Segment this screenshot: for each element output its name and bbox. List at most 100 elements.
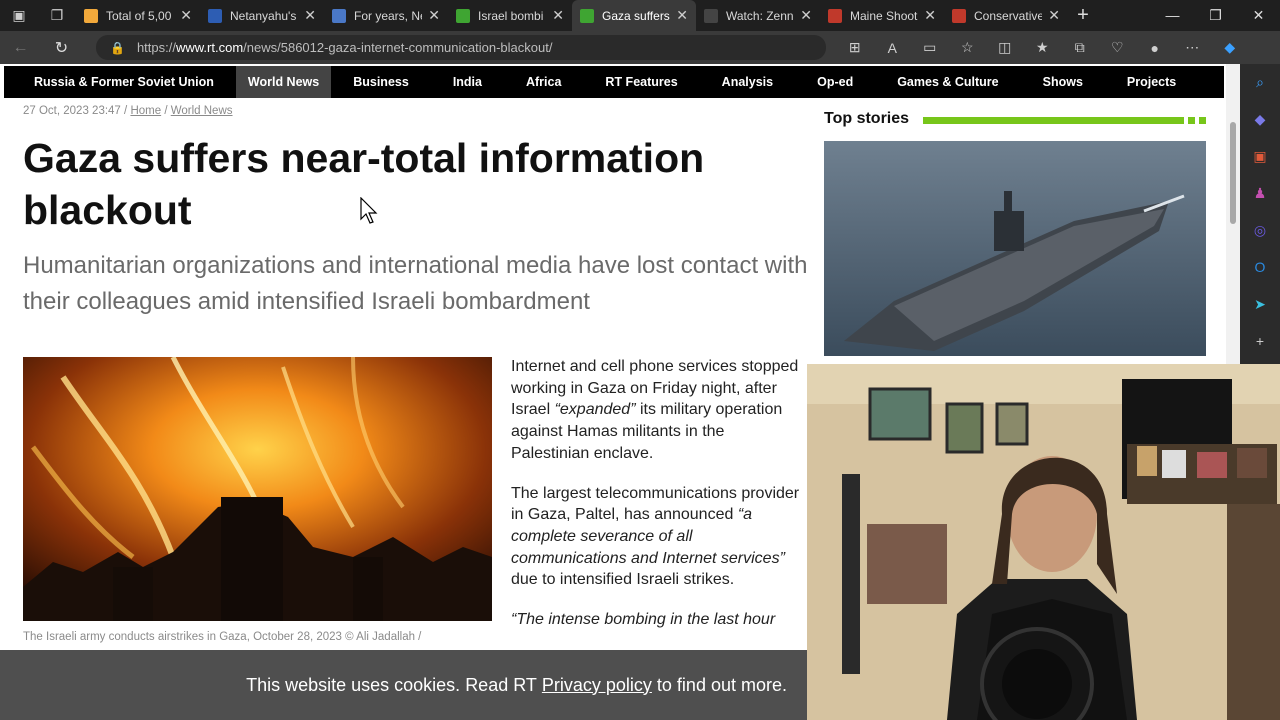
tab-close-icon[interactable]: ✕ (676, 7, 688, 24)
article-date: 27 Oct, 2023 23:47 (23, 105, 121, 117)
tab-label: Netanyahu's (230, 8, 297, 23)
browser-tab-bar: ▣ ❐ Total of 5,00 ✕ Netanyahu's ✕ For years,… (0, 0, 1280, 31)
tab-label: Maine Shoot (850, 8, 918, 23)
tab-close-icon[interactable]: ✕ (924, 7, 936, 24)
sidebar-add-icon[interactable]: + (1240, 323, 1280, 360)
nav-item[interactable]: Business (331, 66, 431, 98)
url-path: /news/586012-gaza-internet-communication… (243, 40, 553, 55)
copilot-icon[interactable]: ◆ (1211, 39, 1249, 56)
browser-tab[interactable]: Maine Shoot ✕ (820, 0, 944, 31)
green-dot (1188, 117, 1195, 124)
paragraph-2: The largest telecommunications provider … (511, 483, 801, 592)
favorites-icon[interactable]: ★ (1024, 39, 1062, 56)
article-body: Internet and cell phone services stopped… (511, 356, 801, 649)
lock-icon: 🔒 (110, 40, 125, 55)
paragraph-1-quote: “expanded” (554, 401, 636, 419)
split-screen-icon[interactable]: ◫ (986, 39, 1024, 56)
nav-item[interactable]: Projects (1105, 66, 1198, 98)
top-stories-dots (1188, 117, 1210, 124)
airstrike-photo (23, 357, 492, 621)
refresh-icon[interactable]: ↻ (41, 38, 82, 58)
top-stories-bar (923, 117, 1184, 124)
url-text: https://www.rt.com/news/586012-gaza-inte… (137, 40, 552, 55)
back-icon[interactable]: ← (0, 39, 41, 57)
cookie-text-b: to find out more. (656, 674, 787, 695)
tab-favicon-news (208, 8, 222, 23)
nav-item[interactable]: Op-ed (795, 66, 875, 98)
sidebar-send-icon[interactable]: ➤ (1240, 286, 1280, 323)
green-dot (1199, 117, 1206, 124)
breadcrumb-section-link[interactable]: World News (171, 105, 233, 117)
tab-label: Conservative (974, 8, 1043, 23)
nav-item[interactable]: RT Features (583, 66, 699, 98)
tab-close-icon[interactable]: ✕ (180, 7, 192, 24)
webcam-overlay (807, 364, 1280, 720)
page-scrollbar[interactable] (1226, 64, 1240, 364)
apps-icon[interactable]: ⊞ (836, 39, 874, 56)
new-tab-button[interactable]: + (1068, 4, 1098, 27)
tab-close-icon[interactable]: ✕ (304, 7, 316, 24)
top-stories-heading: Top stories (824, 110, 910, 127)
browser-tab[interactable]: Watch: Zenn ✕ (696, 0, 820, 31)
cookie-text-a: This website uses cookies. Read RT (246, 674, 537, 695)
tab-close-icon[interactable]: ✕ (1048, 7, 1060, 24)
browser-tab[interactable]: Israel bombi ✕ (448, 0, 572, 31)
performance-icon[interactable]: ♡ (1099, 39, 1137, 56)
sidebar-outlook-icon[interactable]: O (1240, 249, 1280, 286)
tab-close-icon[interactable]: ✕ (552, 7, 564, 24)
nav-item[interactable]: India (431, 66, 504, 98)
collections-icon[interactable]: ⧉ (1061, 39, 1099, 56)
sidebar-m365-icon[interactable]: ◎ (1240, 212, 1280, 249)
tab-close-icon[interactable]: ✕ (800, 7, 812, 24)
browser-tab[interactable]: Total of 5,00 ✕ (76, 0, 200, 31)
profile-avatar-icon[interactable]: ● (1136, 40, 1174, 56)
tab-actions-icon[interactable]: ❐ (38, 0, 76, 31)
sidebar-shopping-icon[interactable]: ◆ (1240, 101, 1280, 138)
nav-item[interactable]: Africa (504, 66, 583, 98)
tab-favicon-b (828, 8, 842, 23)
tab-favicon-check (84, 8, 98, 23)
sidebar-tools-icon[interactable]: ▣ (1240, 138, 1280, 175)
browser-tab[interactable]: Gaza suffers ✕ (572, 0, 696, 31)
nav-item[interactable]: Shows (1021, 66, 1105, 98)
paragraph-2-text-a: The largest telecommunications provider … (511, 484, 800, 524)
browser-tab[interactable]: Conservative ✕ (944, 0, 1068, 31)
top-story-image[interactable] (824, 141, 1206, 356)
window-controls: — ❐ ✕ (1151, 7, 1280, 24)
browser-tab[interactable]: Netanyahu's ✕ (200, 0, 324, 31)
tab-favicon-rt (580, 8, 594, 23)
tab-strip: Total of 5,00 ✕ Netanyahu's ✕ For years, Ne ✕… (76, 0, 1068, 31)
nav-item[interactable]: Analysis (700, 66, 795, 98)
tab-favicon-rt (456, 8, 470, 23)
url-bar[interactable]: 🔒 https://www.rt.com/news/586012-gaza-in… (96, 35, 826, 60)
tab-favicon-b (952, 8, 966, 23)
tab-label: Gaza suffers (602, 8, 670, 23)
workspaces-icon[interactable]: ▣ (0, 0, 38, 31)
address-toolbar: ← ↻ 🔒 https://www.rt.com/news/586012-gaz… (0, 31, 1280, 64)
restore-icon[interactable]: ❐ (1194, 7, 1237, 24)
toolbar-icons: ⊞ A ▭ ☆ ◫ ★ ⧉ ♡ ● ⋯ ◆ (836, 31, 1249, 64)
sidebar-search-icon[interactable]: ⌕ (1240, 64, 1280, 101)
nav-item[interactable]: World News (235, 66, 332, 98)
minimize-icon[interactable]: — (1151, 7, 1194, 24)
privacy-policy-link[interactable]: Privacy policy (542, 675, 652, 696)
scrollbar-thumb[interactable] (1230, 122, 1236, 224)
close-window-icon[interactable]: ✕ (1237, 7, 1280, 24)
nav-item[interactable]: Games & Culture (875, 66, 1020, 98)
mouse-cursor-icon (360, 197, 378, 224)
favorite-star-icon[interactable]: ☆ (949, 39, 987, 56)
breadcrumb-home-link[interactable]: Home (130, 105, 161, 117)
meta-separator: / (164, 105, 168, 117)
more-menu-icon[interactable]: ⋯ (1174, 39, 1212, 56)
nav-item[interactable]: Russia & Former Soviet Union (4, 66, 236, 98)
url-domain: www.rt.com (175, 40, 244, 55)
browser-tab[interactable]: For years, Ne ✕ (324, 0, 448, 31)
read-aloud-icon[interactable]: A (874, 40, 912, 56)
aircraft-carrier-image (824, 141, 1206, 356)
tab-favicon-circle (704, 8, 718, 23)
article-headline: Gaza suffers near-total information blac… (23, 135, 705, 233)
tab-label: Israel bombi (478, 8, 544, 23)
tab-close-icon[interactable]: ✕ (428, 7, 440, 24)
immersive-reader-icon[interactable]: ▭ (911, 39, 949, 56)
sidebar-games-icon[interactable]: ♟ (1240, 175, 1280, 212)
